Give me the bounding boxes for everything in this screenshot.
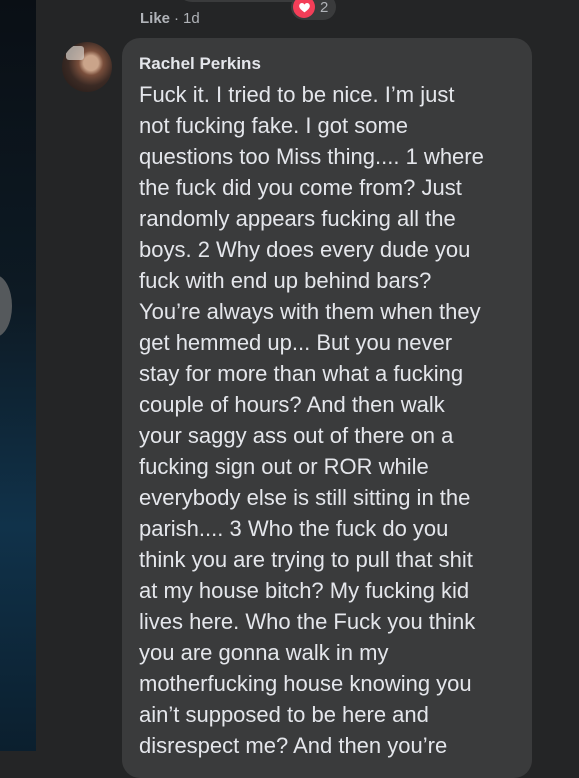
comment-line: at my house bitch? My fucking kid bbox=[139, 578, 470, 603]
heart-icon bbox=[293, 0, 315, 18]
comment-line: disrespect me? And then you’re bbox=[139, 733, 448, 758]
comment-line: Fuck it. I tried to be nice. I’m just bbox=[139, 82, 455, 107]
reaction-count: 2 bbox=[320, 0, 329, 16]
comment-line: you are gonna walk in my bbox=[139, 640, 389, 665]
comment-age[interactable]: 1d bbox=[183, 10, 200, 27]
comment-line: randomly appears fucking all the bbox=[139, 206, 456, 231]
comment-line: fucking sign out or ROR while bbox=[139, 454, 429, 479]
comment-bubble: Rachel Perkins Fuck it. I tried to be ni… bbox=[122, 38, 532, 778]
separator-dot: · bbox=[174, 9, 180, 27]
comment-line: think you are trying to pull that shit bbox=[139, 547, 473, 572]
comment-line: stay for more than what a fucking bbox=[139, 361, 464, 386]
avatar[interactable] bbox=[62, 42, 112, 92]
comment-line: not fucking fake. I got some bbox=[139, 113, 409, 138]
comment-line: You’re always with them when they bbox=[139, 299, 481, 324]
comment-line: boys. 2 Why does every dude you bbox=[139, 237, 471, 262]
comment-line: everybody else is still sitting in the bbox=[139, 485, 471, 510]
comment-line: ain’t supposed to be here and bbox=[139, 702, 429, 727]
comment-line: motherfucking house knowing you bbox=[139, 671, 472, 696]
comment-line: questions too Miss thing.... 1 where bbox=[139, 144, 484, 169]
like-button[interactable]: Like bbox=[140, 10, 170, 27]
background-media-strip bbox=[0, 0, 36, 751]
comment-line: the fuck did you come from? Just bbox=[139, 175, 462, 200]
comment-line: parish.... 3 Who the fuck do you bbox=[139, 516, 449, 541]
comment-line: couple of hours? And then walk bbox=[139, 392, 445, 417]
previous-comment-actions: Like · 1d bbox=[140, 8, 200, 28]
comment-line: lives here. Who the Fuck you think bbox=[139, 609, 476, 634]
comment-author[interactable]: Rachel Perkins bbox=[139, 54, 261, 74]
reaction-summary[interactable]: 2 bbox=[291, 0, 337, 20]
comment-line: your saggy ass out of there on a bbox=[139, 423, 454, 448]
comment-line: fuck with end up behind bars? bbox=[139, 268, 432, 293]
comment-text: Fuck it. I tried to be nice. I’m just no… bbox=[139, 79, 523, 761]
comment-line: get hemmed up... But you never bbox=[139, 330, 453, 355]
